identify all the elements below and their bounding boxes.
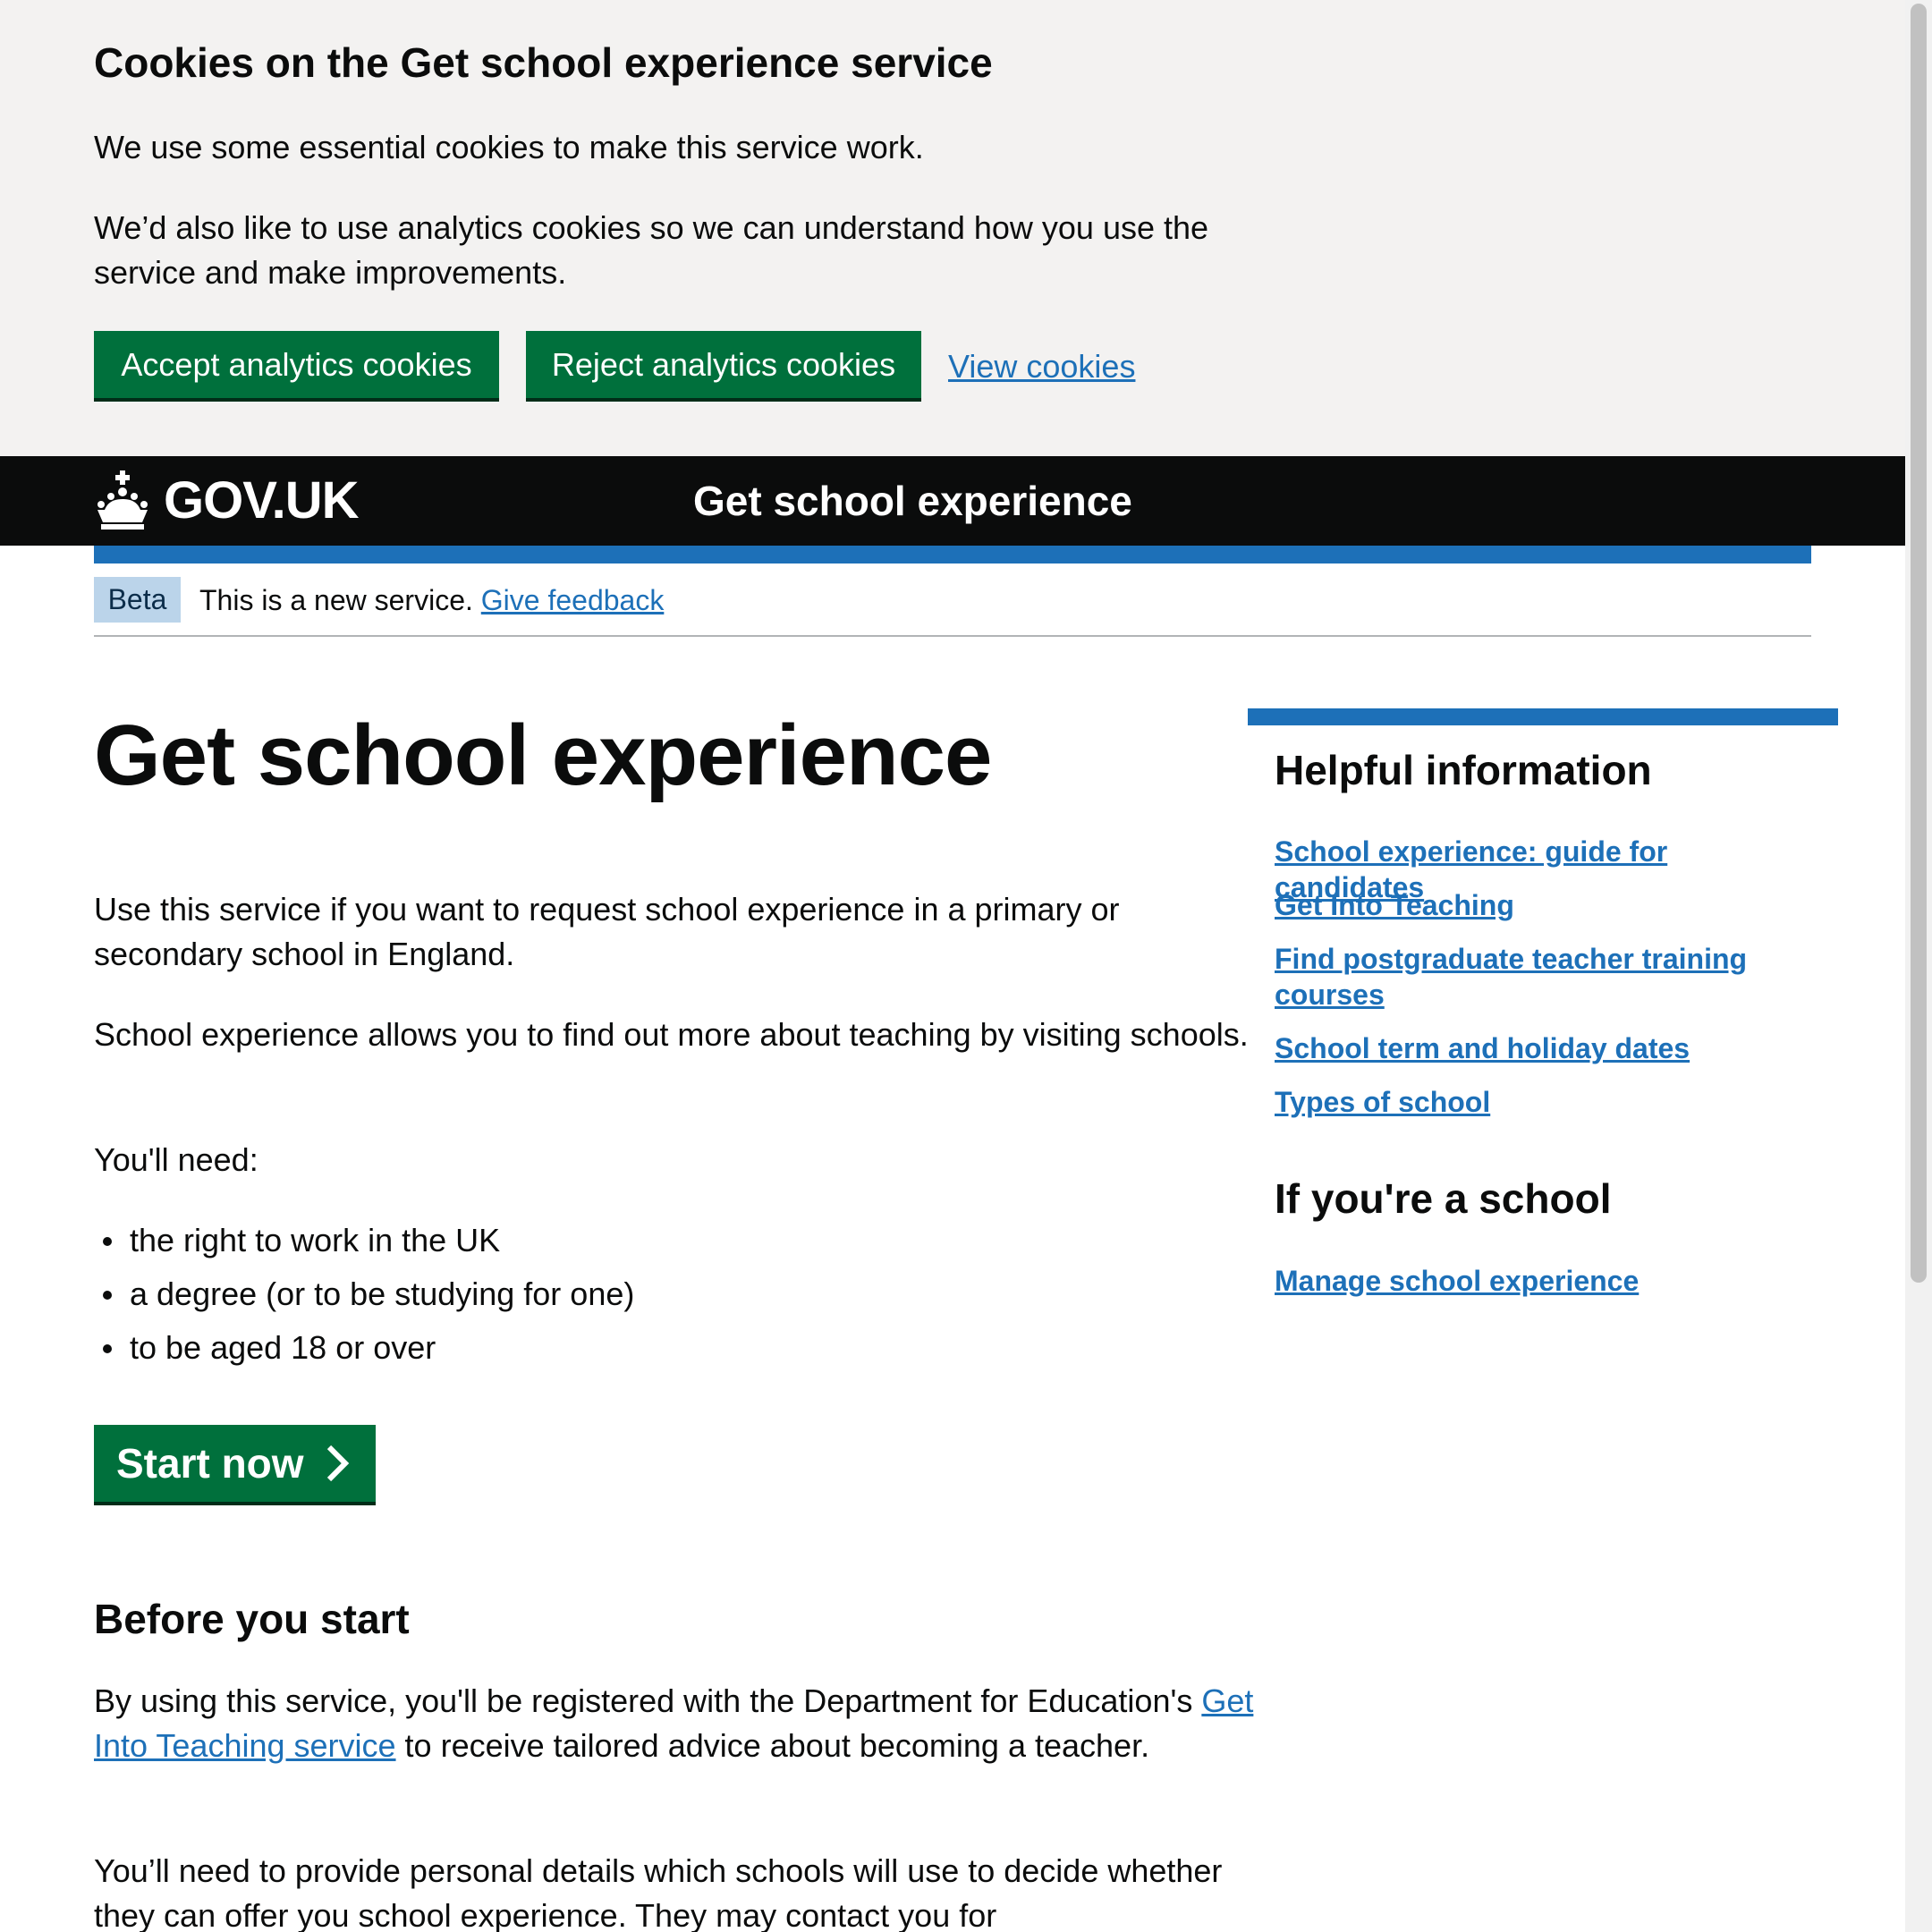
govuk-header: GOV.UK Get school experience xyxy=(0,456,1905,546)
sidebar-link-types-of-school[interactable]: Types of school xyxy=(1275,1084,1811,1120)
sidebar-accent-bar xyxy=(1248,708,1838,725)
start-now-button[interactable]: Start now xyxy=(94,1425,376,1502)
view-cookies-link[interactable]: View cookies xyxy=(948,344,1135,389)
personal-details-paragraph: You’ll need to provide personal details … xyxy=(94,1852,1223,1932)
govuk-logo[interactable]: GOV.UK xyxy=(164,469,359,533)
start-now-label: Start now xyxy=(116,1440,304,1487)
school-experience-paragraph: School experience allows you to find out… xyxy=(94,1016,1249,1053)
phase-banner-message: This is a new service. xyxy=(199,584,481,616)
intro-paragraph: Use this service if you want to request … xyxy=(94,891,1120,972)
phase-banner-text: This is a new service. Give feedback xyxy=(199,580,664,621)
page: Cookies on the Get school experience ser… xyxy=(0,0,1932,1932)
sidebar-link-teacher-training-courses[interactable]: Find postgraduate teacher training cours… xyxy=(1275,941,1775,1013)
chevron-right-icon xyxy=(326,1445,349,1482)
cookie-banner-analytics-text: We’d also like to use analytics cookies … xyxy=(94,209,1209,291)
requirements-label: You'll need: xyxy=(94,1141,258,1178)
registration-text: By using this service, you'll be registe… xyxy=(94,1682,1202,1719)
beta-tag: Beta xyxy=(94,577,181,623)
sidebar-link-term-dates[interactable]: School term and holiday dates xyxy=(1275,1030,1811,1066)
crown-icon xyxy=(97,470,148,530)
phase-banner: Beta This is a new service. Give feedbac… xyxy=(94,577,1811,637)
registration-text-end: to receive tailored advice about becomin… xyxy=(395,1727,1150,1764)
cookie-banner-heading: Cookies on the Get school experience ser… xyxy=(94,39,993,86)
before-you-start-paragraph: By using this service, you'll be registe… xyxy=(94,1679,1275,1768)
service-name-link[interactable]: Get school experience xyxy=(693,474,1132,528)
requirements-list: the right to work in the UK a degree (or… xyxy=(94,1218,634,1379)
helpful-information-heading: Helpful information xyxy=(1275,747,1652,793)
list-item: to be aged 18 or over xyxy=(94,1326,634,1370)
give-feedback-link[interactable]: Give feedback xyxy=(481,584,665,616)
manage-school-experience-link[interactable]: Manage school experience xyxy=(1275,1263,1811,1299)
reject-analytics-cookies-button[interactable]: Reject analytics cookies xyxy=(526,331,921,398)
if-youre-a-school-heading: If you're a school xyxy=(1275,1175,1612,1222)
cookie-banner-text: We use some essential cookies to make th… xyxy=(94,129,924,165)
accept-analytics-cookies-button[interactable]: Accept analytics cookies xyxy=(94,331,499,398)
list-item: a degree (or to be studying for one) xyxy=(94,1272,634,1317)
cookie-banner: Cookies on the Get school experience ser… xyxy=(0,0,1905,456)
header-accent-bar xyxy=(94,546,1811,564)
sidebar-link-get-into-teaching[interactable]: Get Into Teaching xyxy=(1275,887,1811,923)
scrollbar-thumb[interactable] xyxy=(1911,4,1927,1283)
list-item: the right to work in the UK xyxy=(94,1218,634,1263)
before-you-start-heading: Before you start xyxy=(94,1596,410,1642)
page-title: Get school experience xyxy=(94,708,992,803)
